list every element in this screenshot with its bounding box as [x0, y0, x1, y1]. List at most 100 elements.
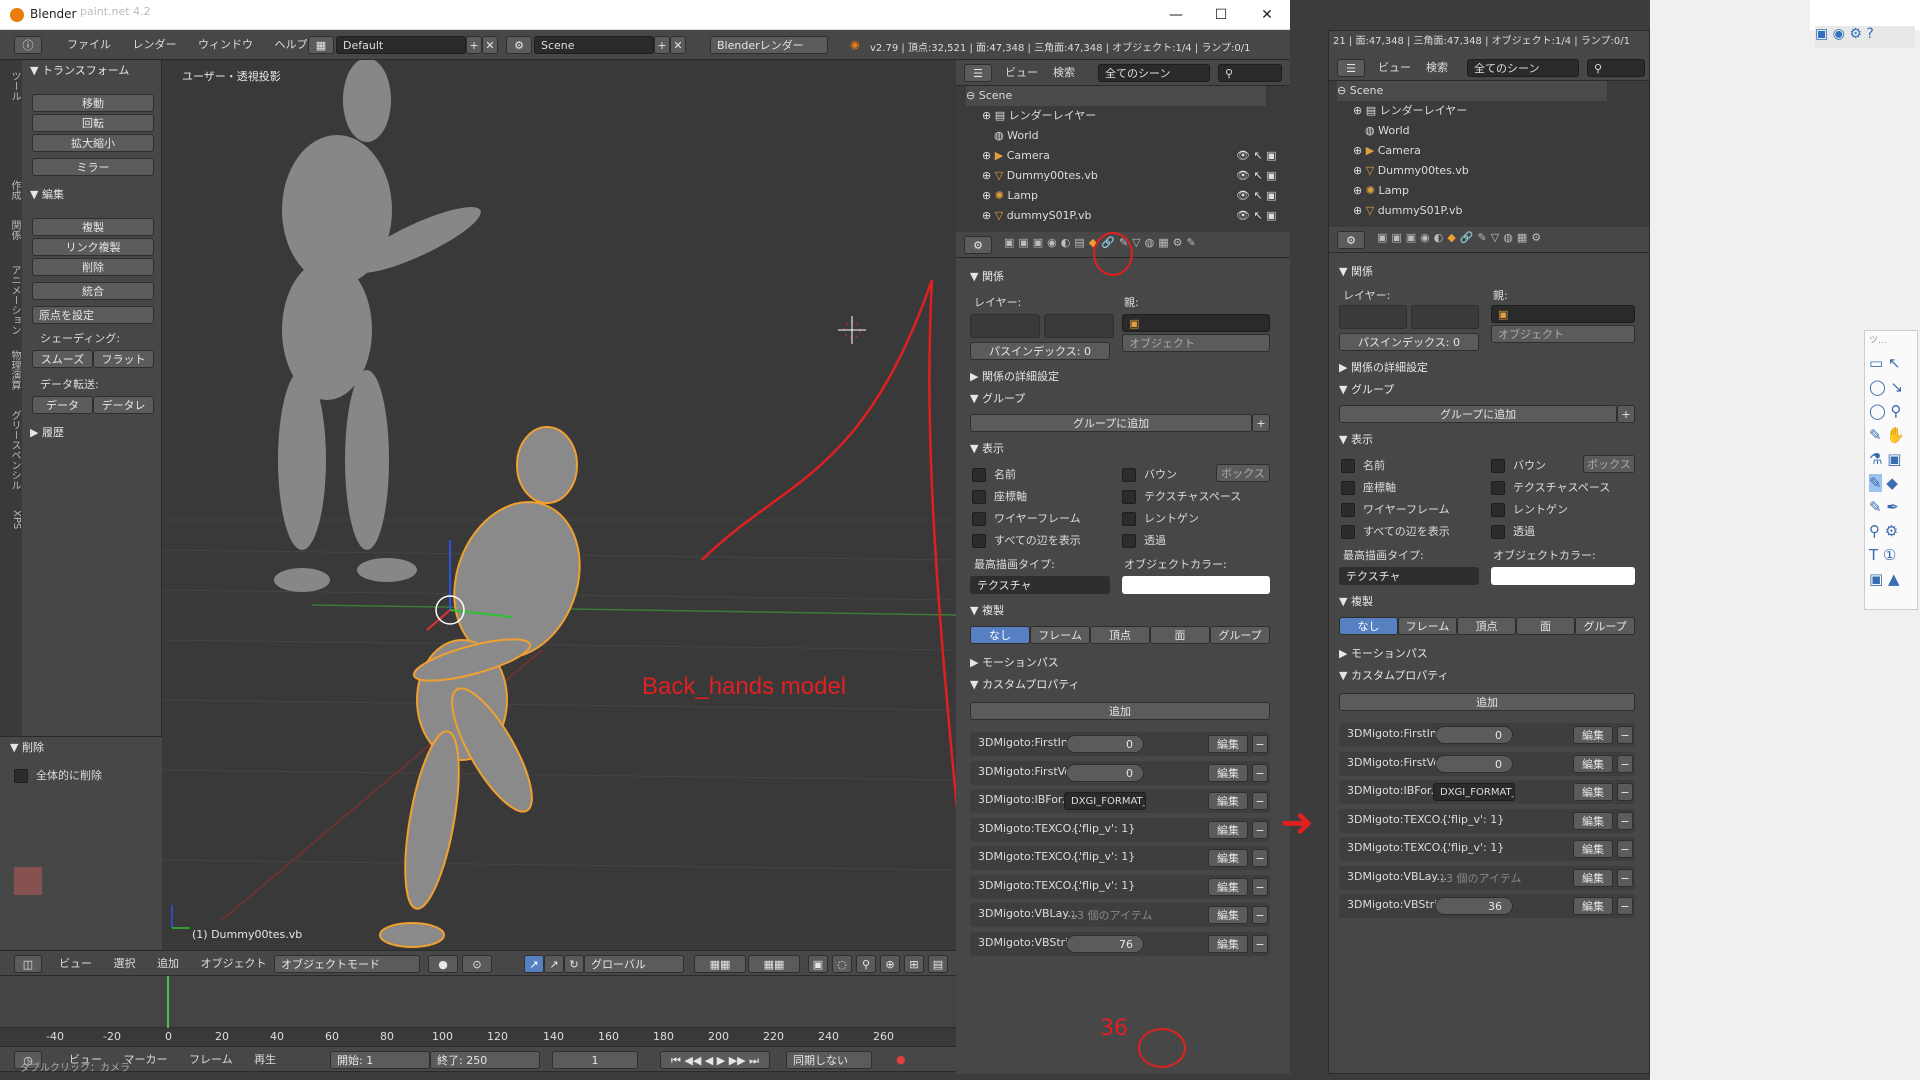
outliner-item-render-layers[interactable]: ⊕ ▤ レンダーレイヤー	[1353, 101, 1467, 121]
menu-render[interactable]: レンダー	[124, 33, 186, 57]
layers-a-icon[interactable]: ▦▦	[694, 955, 746, 973]
add-property-button[interactable]: 追加	[970, 702, 1270, 720]
add-group-plus-icon[interactable]: +	[1252, 414, 1270, 432]
visibility-eye-icon[interactable]: 👁 ↖ ▣	[1236, 186, 1277, 206]
editor-type-outliner-icon[interactable]: ☰	[1337, 59, 1365, 77]
menu-playback[interactable]: 再生	[245, 1048, 285, 1072]
layout-add-icon[interactable]: +	[466, 36, 482, 54]
outliner-display-dropdown[interactable]: 全てのシーン	[1098, 64, 1210, 82]
translate-manip-icon[interactable]: ↗	[544, 955, 564, 973]
custom-property-number-field[interactable]: 76	[1066, 934, 1144, 953]
scale-button[interactable]: 拡大縮小	[32, 134, 154, 152]
edit-property-button[interactable]: 編集	[1573, 897, 1613, 915]
set-origin-dropdown[interactable]: 原点を設定	[32, 306, 154, 324]
remove-property-icon[interactable]: −	[1252, 792, 1268, 810]
rotate-manip-icon[interactable]: ↻	[564, 955, 584, 973]
remove-property-icon[interactable]: −	[1252, 906, 1268, 924]
end-frame-field[interactable]: 終了: 250	[430, 1051, 540, 1069]
3d-viewport[interactable]: ユーザー・透視投影 (1) Dummy00tes.vb Back_hands m…	[162, 60, 956, 950]
outliner-item-camera[interactable]: ⊕ ▶ Camera	[982, 146, 1050, 166]
custom-property-text-field[interactable]: DXGI_FORMAT_...	[1064, 792, 1146, 810]
delete-globally-checkbox[interactable]: 全体的に削除	[14, 767, 102, 783]
outliner-search-input[interactable]: ⚲	[1218, 64, 1282, 82]
visibility-eye-icon[interactable]: 👁 ↖ ▣	[1236, 206, 1277, 226]
menu-select[interactable]: 選択	[105, 952, 145, 976]
layers-grid-b[interactable]	[1411, 305, 1479, 329]
relations-extra-header[interactable]: ▶ 関係の詳細設定	[970, 368, 1059, 386]
edit-property-button[interactable]: 編集	[1208, 877, 1248, 896]
custom-property-text-field[interactable]: DXGI_FORMAT_...	[1433, 783, 1515, 801]
viewport-shading-icon[interactable]: ●	[428, 955, 458, 973]
menu-object[interactable]: オブジェクト	[192, 952, 276, 976]
lock-icon[interactable]: ▣	[808, 955, 828, 973]
edit-property-button[interactable]: 編集	[1208, 792, 1248, 810]
remove-property-icon[interactable]: −	[1252, 820, 1268, 839]
duplicate-linked-button[interactable]: リンク複製	[32, 238, 154, 256]
outliner-item-dummy00tes[interactable]: ⊕ ▽ Dummy00tes.vb	[1353, 161, 1469, 181]
display-transparent-checkbox[interactable]: 透過	[1491, 523, 1535, 539]
outliner-item-dummys01p[interactable]: ⊕ ▽ dummyS01P.vb	[1353, 201, 1462, 221]
camera-view-icon[interactable]: ▤	[928, 955, 948, 973]
tab-xps[interactable]: XPS	[0, 505, 22, 535]
custom-property-number-field[interactable]: 0	[1066, 735, 1144, 753]
tab-physics[interactable]: 物理演算	[0, 345, 22, 395]
dupli-faces-button[interactable]: 面	[1150, 626, 1210, 644]
edit-property-button[interactable]: 編集	[1573, 868, 1613, 887]
outliner-item-scene[interactable]: ⊖ Scene	[1337, 81, 1607, 101]
visibility-eye-icon[interactable]: 👁 ↖ ▣	[1236, 166, 1277, 186]
scene-remove-icon[interactable]: ✕	[670, 36, 686, 54]
outliner-item-lamp[interactable]: ⊕ ✺ Lamp	[982, 186, 1038, 206]
display-name-checkbox[interactable]: 名前	[1341, 457, 1385, 473]
shade-smooth-button[interactable]: スムーズ	[32, 350, 93, 368]
dupli-group-button[interactable]: グループ	[1575, 617, 1635, 635]
display-texspace-checkbox[interactable]: テクスチャスペース	[1491, 479, 1610, 495]
edit-property-button[interactable]: 編集	[1208, 735, 1248, 753]
editor-type-outliner-icon[interactable]: ☰	[964, 64, 992, 82]
remove-property-icon[interactable]: −	[1617, 840, 1633, 858]
start-frame-field[interactable]: 開始: 1	[330, 1051, 430, 1069]
display-name-checkbox[interactable]: 名前	[972, 466, 1016, 482]
object-color-swatch[interactable]	[1122, 576, 1270, 594]
layout-field[interactable]: Default	[336, 36, 466, 54]
history-panel-header[interactable]: ▶ 履歴	[30, 424, 64, 442]
outliner-item-world[interactable]: ◍ World	[1365, 121, 1410, 141]
proportional-icon[interactable]: ⊕	[880, 955, 900, 973]
draw-type-dropdown[interactable]: テクスチャ	[1339, 567, 1479, 585]
draw-type-dropdown[interactable]: テクスチャ	[970, 576, 1110, 594]
outliner-item-dummys01p[interactable]: ⊕ ▽ dummyS01P.vb	[982, 206, 1091, 226]
display-texspace-checkbox[interactable]: テクスチャスペース	[1122, 488, 1241, 504]
outliner-item-scene[interactable]: ⊖ Scene	[966, 86, 1266, 106]
bounds-type-dropdown[interactable]: ボックス	[1216, 464, 1270, 482]
current-frame-field[interactable]: 1	[552, 1051, 638, 1069]
mode-dropdown[interactable]: オブジェクトモード	[274, 955, 420, 973]
outliner-search-menu[interactable]: 検索	[1044, 61, 1084, 85]
display-xray-checkbox[interactable]: レントゲン	[1491, 501, 1568, 517]
translate-button[interactable]: 移動	[32, 94, 154, 112]
edit-property-button[interactable]: 編集	[1573, 726, 1613, 744]
scene-field[interactable]: Scene	[534, 36, 654, 54]
snap-target-icon[interactable]: ⊞	[904, 955, 924, 973]
sync-dropdown[interactable]: 同期しない	[786, 1051, 872, 1069]
parent-type-dropdown[interactable]: オブジェクト	[1122, 334, 1270, 352]
custom-property-number-field[interactable]: 0	[1435, 726, 1513, 744]
object-color-swatch[interactable]	[1491, 567, 1635, 585]
dupli-frames-button[interactable]: フレーム	[1030, 626, 1090, 644]
remove-property-icon[interactable]: −	[1252, 763, 1268, 782]
dupli-none-button[interactable]: なし	[1339, 617, 1398, 635]
remove-property-icon[interactable]: −	[1252, 934, 1268, 953]
tab-relations[interactable]: 関係	[0, 210, 22, 250]
dupli-verts-button[interactable]: 頂点	[1090, 626, 1150, 644]
layers-grid-a[interactable]	[1339, 305, 1407, 329]
remove-property-icon[interactable]: −	[1252, 849, 1268, 867]
display-all-edges-checkbox[interactable]: すべての辺を表示	[972, 532, 1081, 548]
groups-header[interactable]: ▼ グループ	[1339, 381, 1394, 399]
orientation-dropdown[interactable]: グローバル	[584, 955, 684, 973]
edit-property-button[interactable]: 編集	[1573, 783, 1613, 801]
menu-view[interactable]: ビュー	[50, 952, 101, 976]
display-header[interactable]: ▼ 表示	[970, 440, 1004, 458]
edit-property-button[interactable]: 編集	[1208, 849, 1248, 867]
render-preview-icon[interactable]: ◌	[832, 955, 852, 973]
display-axis-checkbox[interactable]: 座標軸	[1341, 479, 1396, 495]
remove-property-icon[interactable]: −	[1252, 877, 1268, 896]
parent-field[interactable]: ▣	[1122, 314, 1270, 332]
